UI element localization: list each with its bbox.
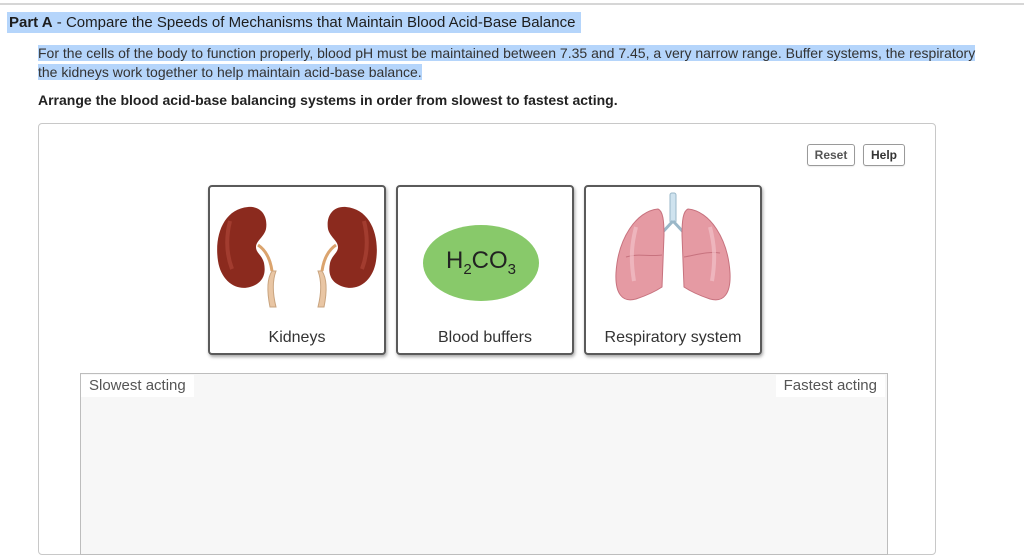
card-blood-buffers[interactable]: H2CO3 Blood buffers <box>396 185 574 355</box>
help-button[interactable]: Help <box>863 144 905 166</box>
card-blood-buffers-label: Blood buffers <box>438 329 532 346</box>
formula-sub-3: 3 <box>507 261 517 278</box>
card-respiratory-system-label: Respiratory system <box>604 329 742 346</box>
instruction-text: Arrange the blood acid-base balancing sy… <box>38 92 618 108</box>
part-title: Part A - Compare the Speeds of Mechanism… <box>7 12 582 33</box>
top-divider <box>0 3 1024 5</box>
reset-button[interactable]: Reset <box>807 144 855 166</box>
formula-sub-2: 2 <box>463 261 472 278</box>
right-kidney-icon <box>317 206 377 308</box>
part-label: Part A <box>9 14 53 31</box>
formula-h: H <box>445 247 464 274</box>
intro-line-2: the kidneys work together to help mainta… <box>38 64 422 80</box>
part-separator: - <box>52 14 66 31</box>
left-kidney-icon <box>217 206 277 308</box>
intro-text: For the cells of the body to function pr… <box>38 44 1024 82</box>
lungs-illustration <box>615 192 731 301</box>
kidneys-illustration <box>217 206 377 308</box>
intro-line-1: For the cells of the body to function pr… <box>38 45 976 61</box>
lungs-icon <box>615 192 731 301</box>
h2co3-ellipse-icon: H2CO3 <box>423 225 539 301</box>
card-kidneys[interactable]: Kidneys <box>208 185 386 355</box>
card-respiratory-system[interactable]: Respiratory system <box>584 185 762 355</box>
fastest-acting-label: Fastest acting <box>775 375 885 397</box>
ordering-dropzone[interactable] <box>80 373 888 555</box>
slowest-acting-label: Slowest acting <box>81 375 194 397</box>
part-heading: Compare the Speeds of Mechanisms that Ma… <box>65 14 576 31</box>
formula-co: CO <box>471 247 508 274</box>
card-kidneys-label: Kidneys <box>268 329 326 346</box>
